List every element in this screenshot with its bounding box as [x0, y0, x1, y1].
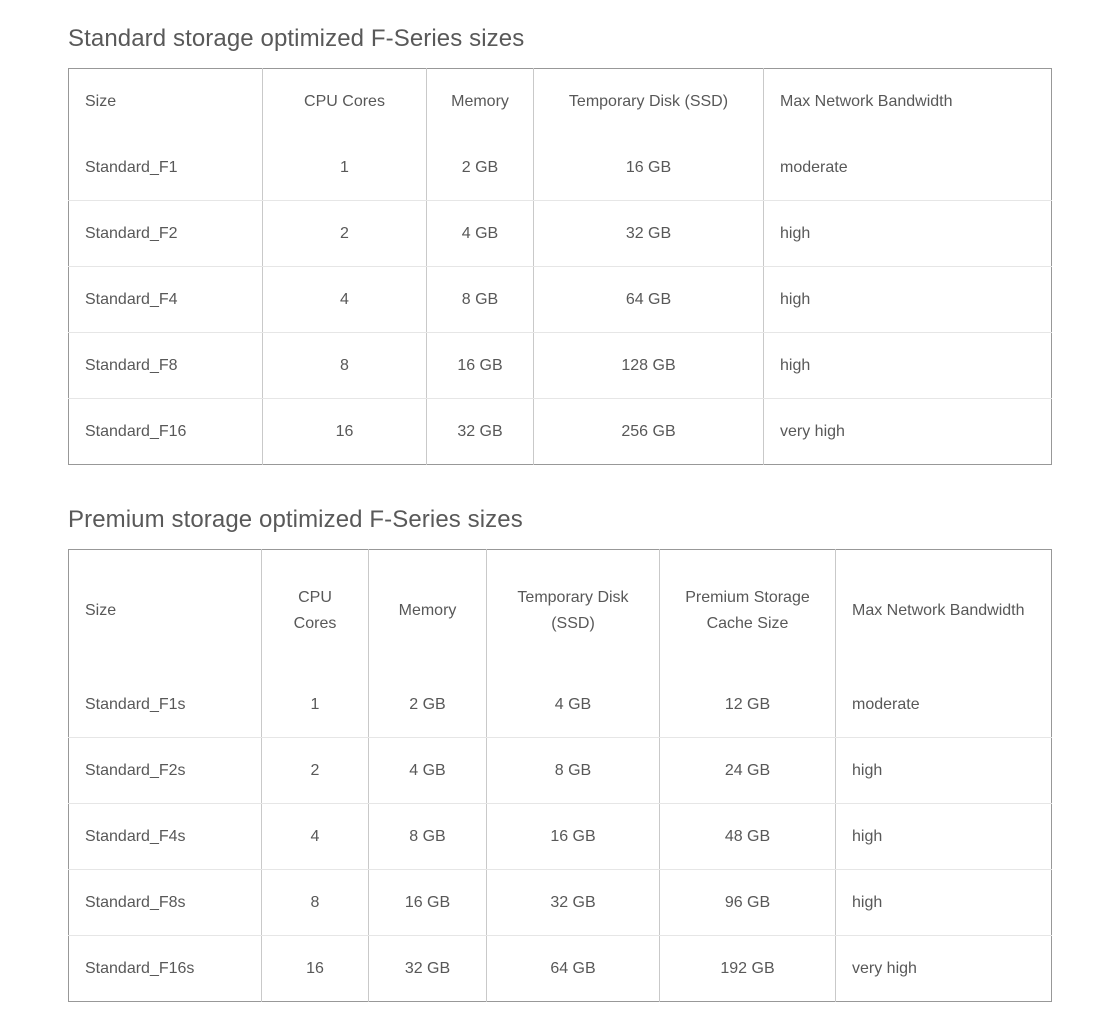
cell-bandwidth: very high [763, 398, 1052, 465]
table-row: Standard_F8 8 16 GB 128 GB high [68, 332, 1052, 399]
cell-premium-cache: 48 GB [659, 803, 836, 870]
cell-size: Standard_F4 [68, 266, 263, 333]
column-header-size: Size [68, 68, 263, 135]
cell-premium-cache: 192 GB [659, 935, 836, 1002]
cell-temp-disk: 16 GB [486, 803, 660, 870]
cell-cpu-cores: 2 [262, 200, 427, 267]
table-row: Standard_F1 1 2 GB 16 GB moderate [68, 135, 1052, 201]
page-title-premium: Premium storage optimized F-Series sizes [68, 506, 523, 533]
cell-temp-disk: 64 GB [533, 266, 764, 333]
cell-size: Standard_F1s [68, 672, 262, 738]
page-root: Standard storage optimized F-Series size… [0, 0, 1095, 1024]
cell-temp-disk: 32 GB [486, 869, 660, 936]
cell-cpu-cores: 4 [261, 803, 369, 870]
cell-cpu-cores: 1 [261, 672, 369, 738]
table-row: Standard_F2s 2 4 GB 8 GB 24 GB high [68, 737, 1052, 804]
cell-bandwidth: high [763, 332, 1052, 399]
cell-temp-disk: 64 GB [486, 935, 660, 1002]
column-header-temporary-disk: Temporary Disk (SSD) [486, 549, 660, 672]
premium-sizes-table: Size CPU Cores Memory Temporary Disk (SS… [68, 549, 1052, 1002]
cell-size: Standard_F2 [68, 200, 263, 267]
cell-bandwidth: high [835, 737, 1052, 804]
cell-temp-disk: 4 GB [486, 672, 660, 738]
column-header-memory: Memory [368, 549, 487, 672]
cell-premium-cache: 12 GB [659, 672, 836, 738]
cell-cpu-cores: 8 [262, 332, 427, 399]
cell-memory: 16 GB [426, 332, 534, 399]
table-row: Standard_F16 16 32 GB 256 GB very high [68, 398, 1052, 465]
cell-size: Standard_F1 [68, 135, 263, 201]
table-row: Standard_F16s 16 32 GB 64 GB 192 GB very… [68, 935, 1052, 1002]
cell-cpu-cores: 1 [262, 135, 427, 201]
cell-size: Standard_F4s [68, 803, 262, 870]
cell-size: Standard_F16 [68, 398, 263, 465]
column-header-premium-storage-cache: Premium Storage Cache Size [659, 549, 836, 672]
column-header-temporary-disk: Temporary Disk (SSD) [533, 68, 764, 135]
cell-bandwidth: moderate [763, 135, 1052, 201]
table-header-row: Size CPU Cores Memory Temporary Disk (SS… [68, 68, 1052, 135]
cell-memory: 2 GB [368, 672, 487, 738]
table-row: Standard_F4s 4 8 GB 16 GB 48 GB high [68, 803, 1052, 870]
cell-bandwidth: moderate [835, 672, 1052, 738]
cell-memory: 2 GB [426, 135, 534, 201]
cell-bandwidth: high [763, 200, 1052, 267]
section-standard-storage-optimized: Standard storage optimized F-Series size… [68, 24, 1052, 465]
cell-temp-disk: 256 GB [533, 398, 764, 465]
section-premium-storage-optimized: Premium storage optimized F-Series sizes… [68, 505, 1052, 1002]
cell-premium-cache: 96 GB [659, 869, 836, 936]
table-row: Standard_F1s 1 2 GB 4 GB 12 GB moderate [68, 672, 1052, 738]
cell-memory: 32 GB [368, 935, 487, 1002]
cell-premium-cache: 24 GB [659, 737, 836, 804]
column-header-memory: Memory [426, 68, 534, 135]
cell-temp-disk: 16 GB [533, 135, 764, 201]
cell-cpu-cores: 8 [261, 869, 369, 936]
cell-temp-disk: 128 GB [533, 332, 764, 399]
table-row: Standard_F2 2 4 GB 32 GB high [68, 200, 1052, 267]
cell-memory: 8 GB [368, 803, 487, 870]
table-row: Standard_F8s 8 16 GB 32 GB 96 GB high [68, 869, 1052, 936]
column-header-max-network-bandwidth: Max Network Bandwidth [763, 68, 1052, 135]
cell-size: Standard_F8s [68, 869, 262, 936]
cell-memory: 4 GB [426, 200, 534, 267]
cell-memory: 16 GB [368, 869, 487, 936]
cell-size: Standard_F8 [68, 332, 263, 399]
table-header-row: Size CPU Cores Memory Temporary Disk (SS… [68, 549, 1052, 672]
page-title-standard: Standard storage optimized F-Series size… [68, 25, 525, 52]
standard-sizes-table: Size CPU Cores Memory Temporary Disk (SS… [68, 68, 1052, 465]
cell-temp-disk: 8 GB [486, 737, 660, 804]
cell-bandwidth: high [835, 869, 1052, 936]
cell-bandwidth: high [835, 803, 1052, 870]
cell-memory: 32 GB [426, 398, 534, 465]
table-body: Standard_F1 1 2 GB 16 GB moderate Standa… [68, 135, 1052, 465]
column-header-cpu-cores: CPU Cores [262, 68, 427, 135]
cell-cpu-cores: 16 [262, 398, 427, 465]
cell-size: Standard_F2s [68, 737, 262, 804]
cell-bandwidth: high [763, 266, 1052, 333]
column-header-cpu-cores: CPU Cores [261, 549, 369, 672]
column-header-size: Size [68, 549, 262, 672]
table-row: Standard_F4 4 8 GB 64 GB high [68, 266, 1052, 333]
cell-bandwidth: very high [835, 935, 1052, 1002]
cell-size: Standard_F16s [68, 935, 262, 1002]
cell-cpu-cores: 16 [261, 935, 369, 1002]
cell-memory: 8 GB [426, 266, 534, 333]
table-header: Size CPU Cores Memory Temporary Disk (SS… [68, 68, 1052, 135]
table-body: Standard_F1s 1 2 GB 4 GB 12 GB moderate … [68, 672, 1052, 1002]
cell-cpu-cores: 4 [262, 266, 427, 333]
cell-temp-disk: 32 GB [533, 200, 764, 267]
cell-cpu-cores: 2 [261, 737, 369, 804]
table-header: Size CPU Cores Memory Temporary Disk (SS… [68, 549, 1052, 672]
cell-memory: 4 GB [368, 737, 487, 804]
column-header-max-network-bandwidth: Max Network Bandwidth [835, 549, 1052, 672]
